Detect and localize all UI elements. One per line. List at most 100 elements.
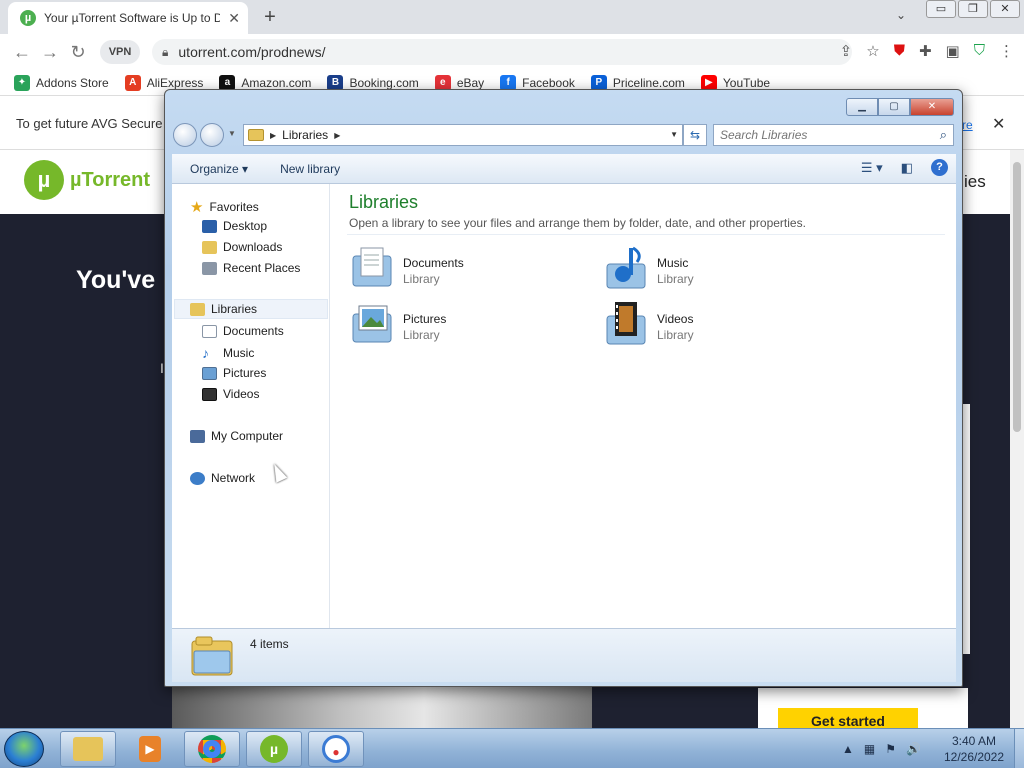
new-library-button[interactable]: New library [262,162,354,176]
address-dropdown-icon[interactable]: ▼ [670,130,678,139]
breadcrumb-chevron-icon[interactable]: ▶ [270,131,276,140]
taskbar-media-player[interactable]: ▶ [122,731,178,767]
nav-network[interactable]: Network [190,471,255,485]
avg-link[interactable]: re [962,118,973,132]
pictures-library-icon [352,305,392,343]
close-button[interactable]: ✕ [990,0,1020,18]
search-input[interactable] [714,125,924,145]
bookmark-star-icon[interactable]: ☆ [866,42,879,60]
browser-tab[interactable]: µ Your µTorrent Software is Up to D ✕ [8,2,248,34]
nav-label: Videos [223,387,260,401]
chrome-icon [198,735,226,763]
bookmark-label: eBay [456,75,485,90]
avg-close-icon[interactable]: ✕ [992,114,1005,134]
search-icon[interactable]: ⌕ [940,127,947,143]
utorrent-logo-icon: µ [24,160,64,200]
recent-pages-chevron-icon[interactable]: ▼ [228,129,236,138]
taskbar-vpn-app[interactable]: ● [308,731,364,767]
puzzle-extensions-icon[interactable]: ✚ [919,42,932,60]
nav-downloads[interactable]: Downloads [202,240,282,254]
nav-recent-places[interactable]: Recent Places [202,261,300,275]
nav-videos[interactable]: Videos [202,387,259,401]
help-icon[interactable]: ? [931,159,948,176]
new-tab-button[interactable]: + [258,6,282,28]
taskbar-explorer[interactable] [60,731,116,767]
content-title: Libraries [349,192,419,212]
refresh-icon[interactable]: ⇆ [683,124,707,146]
explorer-minimize-button[interactable]: ▁ [846,98,878,116]
star-icon: ★ [190,199,204,216]
nav-favorites[interactable]: ★ Favorites [190,198,259,216]
menu-kebab-icon[interactable]: ⋮ [999,42,1014,60]
show-desktop-button[interactable] [1014,729,1024,768]
library-type: Library [657,272,694,286]
vpn-button[interactable]: VPN [100,40,140,64]
item-count: 4 items [250,637,289,651]
library-music[interactable]: Music Library [603,244,843,294]
breadcrumb-libraries[interactable]: Libraries [282,128,328,142]
libraries-folder-icon [248,129,264,141]
explorer-back-button[interactable] [173,123,197,147]
nav-desktop[interactable]: Desktop [202,219,267,233]
computer-icon [190,429,205,443]
nav-documents[interactable]: Documents [202,324,284,338]
pictures-icon [202,366,217,380]
library-documents[interactable]: Documents Library [349,244,589,294]
explorer-forward-button[interactable] [200,123,224,147]
tab-search-icon[interactable]: ⌄ [896,8,906,22]
explorer-close-button[interactable]: ✕ [910,98,954,116]
back-arrow-icon[interactable]: ← [8,42,36,63]
address-row: ▼ ▶ Libraries ▶ ▼ ⇆ ⌕ [173,122,956,148]
breadcrumb-chevron-icon[interactable]: ▶ [334,131,340,140]
shield-extension-icon[interactable]: ⛊ [894,42,905,60]
tab-close-icon[interactable]: ✕ [228,10,240,27]
library-pictures[interactable]: Pictures Library [349,300,589,350]
clock-time: 3:40 AM [951,734,997,748]
nav-libraries[interactable]: Libraries [174,299,328,319]
show-hidden-icons-icon[interactable]: ▲ [842,742,854,756]
hero-heading: You've [76,266,156,294]
utorrent-logo[interactable]: µ µTorrent [24,160,150,200]
reload-icon[interactable]: ↻ [64,42,92,63]
scrollbar-thumb[interactable] [1013,162,1021,432]
hero-photo [172,686,592,728]
minimize-button[interactable]: ▭ [926,0,956,18]
action-center-flag-icon[interactable]: ⚑ [885,742,896,756]
avg-shield-icon[interactable]: ⛉ [974,42,985,60]
nav-label: Libraries [211,302,258,316]
libraries-icon [190,302,205,316]
forward-arrow-icon[interactable]: → [36,42,64,63]
share-icon[interactable]: ⇪ [840,42,853,60]
addons-store-icon: ✦ [14,74,30,91]
restore-button[interactable]: ❐ [958,0,988,18]
explorer-maximize-button[interactable]: ▢ [878,98,910,116]
videos-library-icon [606,302,646,345]
bookmark-addons-store[interactable]: ✦ Addons Store [14,74,109,91]
explorer-address-bar[interactable]: ▶ Libraries ▶ ▼ [243,124,683,146]
change-view-icon[interactable]: ☰ ▾ [861,160,883,176]
page-scrollbar[interactable] [1010,150,1024,728]
nav-label: Recent Places [223,261,301,275]
site-nav-fragment[interactable]: ies [964,172,986,192]
organize-menu-button[interactable]: Organize ▾ [172,162,262,176]
nav-music[interactable]: ♪ Music [202,345,254,361]
taskbar-clock[interactable]: 3:40 AM 12/26/2022 [938,733,1010,765]
nav-label: My Computer [211,429,284,443]
url-text: utorrent.com/prodnews/ [178,44,326,60]
start-button[interactable] [4,731,44,767]
volume-icon[interactable]: 🔊 [906,742,921,756]
nav-my-computer[interactable]: My Computer [190,429,283,443]
library-videos[interactable]: Videos Library [603,300,843,350]
network-tray-icon[interactable]: ▦ [864,742,875,756]
side-panel-icon[interactable]: ▣ [946,42,960,60]
taskbar-utorrent[interactable]: µ [246,731,302,767]
nav-label: Network [211,471,256,485]
address-bar[interactable]: 🔒︎ utorrent.com/prodnews/ [152,39,852,65]
bookmark-label: Amazon.com [241,75,312,90]
libraries-explorer-window: ▁ ▢ ✕ ▼ ▶ Libraries ▶ ▼ ⇆ ⌕ Organize ▾ N… [164,89,963,687]
avg-message: To get future AVG Secure [16,116,163,131]
taskbar-chrome[interactable] [184,731,240,767]
preview-pane-icon[interactable]: ◧ [901,160,913,176]
nav-pictures[interactable]: Pictures [202,366,266,380]
aliexpress-icon: A [124,74,141,91]
